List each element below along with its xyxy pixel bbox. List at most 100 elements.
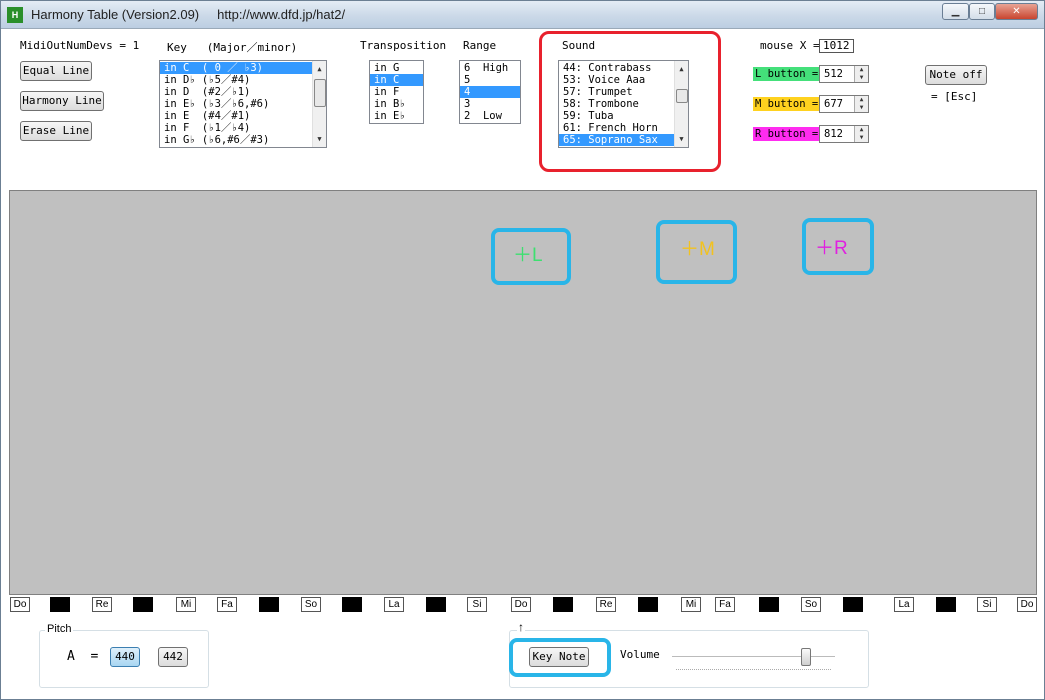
range-option[interactable]: 2 Low — [460, 110, 520, 122]
pitch-442-button[interactable]: 442 — [158, 647, 188, 667]
a-equals-label: A = — [67, 649, 99, 664]
spin-arrows[interactable]: ▲ ▼ — [854, 126, 868, 142]
volume-label: Volume — [620, 648, 660, 661]
note-key-black[interactable] — [342, 597, 362, 612]
down-arrow-icon[interactable]: ▼ — [855, 74, 868, 82]
note-key-white[interactable]: Do — [511, 597, 531, 612]
transposition-option[interactable]: in B♭ — [370, 98, 423, 110]
transposition-option[interactable]: in E♭ — [370, 110, 423, 122]
sound-option[interactable]: 58: Trombone — [559, 98, 688, 110]
up-arrow-icon[interactable]: ▲ — [855, 96, 868, 104]
spin-arrows[interactable]: ▲ ▼ — [854, 96, 868, 112]
note-key-white[interactable]: So — [301, 597, 321, 612]
scroll-up-icon[interactable]: ▲ — [313, 63, 326, 75]
key-option[interactable]: in C ( 0 ／ ♭3) — [160, 62, 326, 74]
transposition-listbox[interactable]: in Gin Cin Fin B♭ in E♭ — [369, 60, 424, 124]
erase-line-button[interactable]: Erase Line — [20, 121, 92, 141]
note-key-white[interactable]: La — [894, 597, 914, 612]
key-option[interactable]: in F (♭1／♭4) — [160, 122, 326, 134]
note-key-white[interactable]: Do — [1017, 597, 1037, 612]
up-arrow-icon[interactable]: ▲ — [855, 66, 868, 74]
title-bar[interactable]: H Harmony Table (Version2.09) http://www… — [1, 1, 1044, 29]
up-arrow-icon[interactable]: ▲ — [855, 126, 868, 134]
midi-devs-label: MidiOutNumDevs = 1 — [20, 39, 140, 52]
sound-option[interactable]: 53: Voice Aaa — [559, 74, 688, 86]
range-option[interactable]: 5 — [460, 74, 520, 86]
m-button-value: 677 — [824, 98, 843, 110]
harmony-line-button[interactable]: Harmony Line — [20, 91, 104, 111]
harmony-canvas[interactable]: ＋L ＋M ＋R — [9, 190, 1037, 595]
sound-scrollbar[interactable]: ▲ ▼ — [674, 61, 688, 147]
pitch-440-button[interactable]: 440 — [110, 647, 140, 667]
note-key-white[interactable]: Fa — [217, 597, 237, 612]
keynote-arrow-icon: ↑ — [517, 620, 525, 634]
note-key-white[interactable]: La — [384, 597, 404, 612]
mouse-x-value: 1012 — [819, 39, 854, 53]
maximize-button[interactable]: □ — [969, 3, 995, 20]
note-key-black[interactable] — [638, 597, 658, 612]
volume-slider-thumb[interactable] — [800, 648, 811, 666]
note-key-white[interactable]: Mi — [176, 597, 196, 612]
key-option[interactable]: in E♭ (♭3／♭6,#6) — [160, 98, 326, 110]
note-key-black[interactable] — [259, 597, 279, 612]
note-key-white[interactable]: Fa — [715, 597, 735, 612]
note-key-black[interactable] — [843, 597, 863, 612]
note-key-black[interactable] — [936, 597, 956, 612]
range-option[interactable]: 6 High — [460, 62, 520, 74]
key-option[interactable]: in D (#2／♭1) — [160, 86, 326, 98]
mouse-x-label: mouse X = — [760, 39, 820, 52]
scroll-up-icon[interactable]: ▲ — [675, 63, 688, 75]
note-key-black[interactable] — [426, 597, 446, 612]
range-listbox[interactable]: 6 High 5 4 3 2 Low — [459, 60, 521, 124]
window-title: Harmony Table (Version2.09) http://www.d… — [31, 7, 346, 22]
spin-arrows[interactable]: ▲ ▼ — [854, 66, 868, 82]
note-key-white[interactable]: Si — [977, 597, 997, 612]
range-option[interactable]: 4 — [460, 86, 520, 98]
volume-ticks — [676, 669, 831, 671]
sound-option[interactable]: 44: Contrabass — [559, 62, 688, 74]
minimize-icon: ▁ — [951, 6, 960, 17]
transposition-option[interactable]: in F — [370, 86, 423, 98]
sound-listbox[interactable]: 44: Contrabass 53: Voice Aaa 57: Trumpet 58… — [558, 60, 689, 148]
note-key-white[interactable]: Re — [92, 597, 112, 612]
key-scrollbar[interactable]: ▲ ▼ — [312, 61, 326, 147]
r-button-spinner[interactable]: 812 ▲ ▼ — [819, 125, 869, 143]
sound-option[interactable]: 57: Trumpet — [559, 86, 688, 98]
transposition-option[interactable]: in C — [370, 74, 423, 86]
key-option[interactable]: in D♭ (♭5／#4) — [160, 74, 326, 86]
key-label: Key (Major／minor) — [167, 41, 298, 54]
note-key-white[interactable]: Si — [467, 597, 487, 612]
key-option[interactable]: in G♭ (♭6,#6／#3) — [160, 134, 326, 146]
note-key-row: Do Re Mi Fa So La Si Do Re Mi Fa So La Si Do — [9, 597, 1039, 613]
scroll-thumb[interactable] — [676, 89, 688, 103]
close-button[interactable]: ✕ — [995, 3, 1038, 20]
key-option[interactable]: in E (#4／#1) — [160, 110, 326, 122]
scroll-thumb[interactable] — [314, 79, 326, 107]
note-key-white[interactable]: Re — [596, 597, 616, 612]
scroll-down-icon[interactable]: ▼ — [313, 133, 326, 145]
down-arrow-icon[interactable]: ▼ — [855, 134, 868, 142]
down-arrow-icon[interactable]: ▼ — [855, 104, 868, 112]
equal-line-button[interactable]: Equal Line — [20, 61, 92, 81]
l-button-spinner[interactable]: 512 ▲ ▼ — [819, 65, 869, 83]
note-key-black[interactable] — [759, 597, 779, 612]
transposition-option[interactable]: in G — [370, 62, 423, 74]
note-key-black[interactable] — [50, 597, 70, 612]
key-note-button[interactable]: Key Note — [529, 647, 589, 667]
sound-option[interactable]: 65: Soprano Sax — [559, 134, 688, 146]
scroll-down-icon[interactable]: ▼ — [675, 133, 688, 145]
note-key-black[interactable] — [553, 597, 573, 612]
note-key-white[interactable]: Do — [10, 597, 30, 612]
note-key-white[interactable]: Mi — [681, 597, 701, 612]
note-key-white[interactable]: So — [801, 597, 821, 612]
transposition-label: Transposition — [360, 39, 447, 52]
note-key-black[interactable] — [133, 597, 153, 612]
sound-option[interactable]: 59: Tuba — [559, 110, 688, 122]
m-button-spinner[interactable]: 677 ▲ ▼ — [819, 95, 869, 113]
key-listbox[interactable]: in C ( 0 ／ ♭3) in D♭ (♭5／#4) in D (#2／♭1) i… — [159, 60, 327, 148]
sound-option[interactable]: 61: French Horn — [559, 122, 688, 134]
note-off-button[interactable]: Note off — [925, 65, 987, 85]
minimize-button[interactable]: ▁ — [942, 3, 969, 20]
range-option[interactable]: 3 — [460, 98, 520, 110]
l-marker: ＋L — [513, 245, 543, 266]
